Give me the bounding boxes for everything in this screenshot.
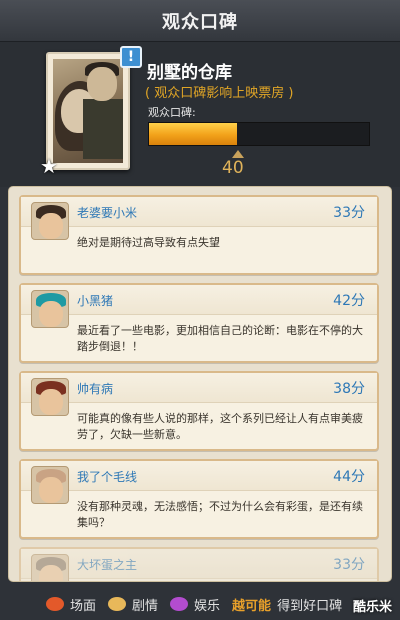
reviewer-name: 小黑猪 <box>77 294 114 308</box>
movie-title: 别墅的仓库 <box>147 63 232 83</box>
reviewer-avatar <box>31 466 69 504</box>
movie-subtitle: ( 观众口碑影响上映票房 ) <box>145 86 294 101</box>
footer-legend: 场面 剧情 娱乐 越可能 得到好口碑 <box>0 588 400 620</box>
window-title: 观众口碑 <box>162 11 238 33</box>
review-text: 绝对是期待过高导致有点失望 <box>77 236 220 249</box>
review-score: 33分 <box>333 205 365 221</box>
review-card: 帅有病 38分 可能真的像有些人说的那样，这个系列已经让人有点审美疲劳了，欠缺一… <box>19 371 379 451</box>
reputation-bar <box>148 122 370 146</box>
review-text: 没有那种灵魂，无法感悟；不过为什么会有彩蛋，是还有续集吗？ <box>77 500 363 529</box>
review-score: 33分 <box>333 557 365 573</box>
legend-label: 场面 <box>70 598 97 614</box>
review-header: 老婆要小米 33分 <box>21 197 377 240</box>
gem-icon <box>170 597 189 611</box>
review-text: 最近看了一些电影，更加相信自己的论断：电影在不停的大踏步倒退！！ <box>77 324 363 353</box>
legend-label: 娱乐 <box>194 598 221 614</box>
hint-highlight: 越可能 <box>232 598 272 614</box>
review-list[interactable]: 老婆要小米 33分 绝对是期待过高导致有点失望 小黑猪 42分 最近看了一些电影… <box>8 186 392 582</box>
review-text: 可能真的像有些人说的那样，这个系列已经让人有点审美疲劳了，欠缺一些新意。 <box>77 412 363 441</box>
reviewer-avatar <box>31 554 69 581</box>
book-icon <box>108 597 127 611</box>
reputation-value: 40 <box>222 158 244 178</box>
review-card: 我了个毛线 44分 没有那种灵魂，无法感悟；不过为什么会有彩蛋，是还有续集吗？ <box>19 459 379 539</box>
alert-icon[interactable]: ! <box>120 46 142 68</box>
legend-label: 剧情 <box>132 598 159 614</box>
reviewer-name: 帅有病 <box>77 382 114 396</box>
review-card: 大坏蛋之主 33分 <box>19 547 379 581</box>
review-card: 小黑猪 42分 最近看了一些电影，更加相信自己的论断：电影在不停的大踏步倒退！！ <box>19 283 379 363</box>
reviewer-avatar <box>31 290 69 328</box>
poster-art <box>53 59 123 163</box>
review-card: 老婆要小米 33分 绝对是期待过高导致有点失望 <box>19 195 379 275</box>
reviewer-name: 老婆要小米 <box>77 206 138 220</box>
review-header: 帅有病 38分 <box>21 373 377 416</box>
movie-poster[interactable] <box>46 52 130 170</box>
reviewer-name: 大坏蛋之主 <box>77 558 138 572</box>
reputation-label: 观众口碑: <box>148 106 196 119</box>
reputation-bar-fill <box>149 123 237 145</box>
review-score: 38分 <box>333 381 365 397</box>
review-header: 我了个毛线 44分 <box>21 461 377 504</box>
watermark-logo: 酷乐米 <box>352 600 392 615</box>
review-score: 42分 <box>333 293 365 309</box>
review-header: 大坏蛋之主 33分 <box>21 549 377 581</box>
reviewer-avatar <box>31 378 69 416</box>
reviewer-name: 我了个毛线 <box>77 470 138 484</box>
title-bar: 观众口碑 <box>0 0 400 42</box>
star-icon: ★ <box>40 154 58 178</box>
hint-text: 得到好口碑 <box>277 598 343 614</box>
review-score: 44分 <box>333 469 365 485</box>
reputation-pointer-icon <box>232 150 244 158</box>
movie-header: ! ★ 别墅的仓库 ( 观众口碑影响上映票房 ) 观众口碑: 40 <box>0 42 400 187</box>
review-header: 小黑猪 42分 <box>21 285 377 328</box>
fire-icon <box>46 597 64 611</box>
reviewer-avatar <box>31 202 69 240</box>
